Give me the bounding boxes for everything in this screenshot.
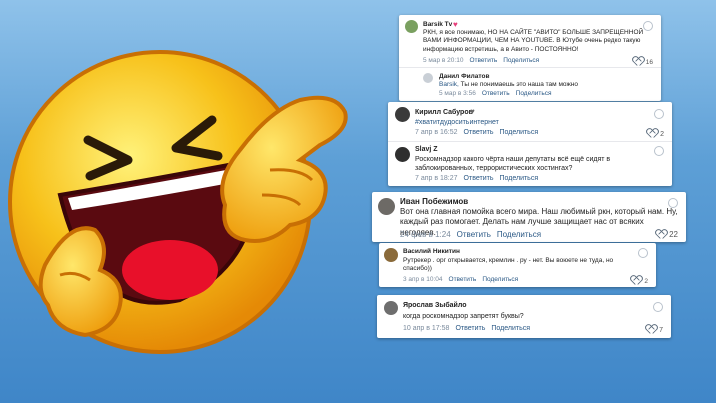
heart-icon — [647, 129, 656, 137]
like-button[interactable]: 22 — [656, 230, 678, 239]
reply-link[interactable]: Ответить — [464, 129, 494, 136]
reply-link[interactable]: Ответить — [482, 90, 510, 97]
like-count: 16 — [645, 59, 653, 66]
heart-icon — [656, 230, 665, 238]
laughing-emoji-illustration — [8, 50, 348, 354]
share-link[interactable]: Поделиться — [497, 230, 541, 239]
like-count: 22 — [669, 230, 678, 239]
avatar[interactable] — [384, 301, 398, 315]
comment-meta: 7 апр в 18:27 Ответить Поделиться — [415, 175, 544, 182]
comment-text: Роскомнадзор какого чёрта наши депутаты … — [415, 156, 611, 173]
reply-link[interactable]: Ответить — [469, 57, 497, 64]
comment-card-vasily: Василий Никитин Рутрекер . орг открывает… — [379, 243, 656, 287]
avatar[interactable] — [395, 147, 410, 162]
comment-author[interactable]: Barsik Tv — [423, 21, 452, 28]
like-button[interactable]: 2 — [631, 276, 648, 285]
like-button[interactable]: 2 — [647, 129, 664, 138]
heart-badge-icon: ♥ — [453, 20, 458, 29]
reply-link[interactable]: Ответить — [457, 230, 491, 239]
comment-card-barsik: Barsik Tv ♥ РКН, я все понимаю, НО НА СА… — [399, 15, 661, 101]
heart-icon — [646, 325, 655, 333]
comment-date: 10 апр в 17:58 — [403, 325, 450, 332]
like-count: 2 — [660, 131, 664, 138]
reply-link[interactable]: Ответить — [455, 325, 485, 332]
comment-date: 7 апр в 18:27 — [415, 175, 458, 182]
like-button[interactable]: 16 — [633, 57, 653, 66]
comment-date: 24 фев в 1:24 — [400, 230, 451, 239]
comment-author[interactable]: Василий Никитин — [403, 248, 460, 255]
reply-body: Ты не понимаешь это наша там можно — [458, 81, 579, 88]
comment-meta: 7 апр в 16:52 Ответить Поделиться — [415, 129, 544, 136]
comment-meta: 10 апр в 17:58 Ответить Поделиться — [403, 325, 536, 332]
share-link[interactable]: Поделиться — [499, 175, 538, 182]
more-options-icon[interactable] — [654, 146, 664, 156]
more-options-icon[interactable] — [638, 248, 648, 258]
share-link[interactable]: Поделиться — [516, 90, 552, 97]
comment-author[interactable]: Ярослав Зыбайло — [403, 302, 467, 309]
more-options-icon[interactable] — [654, 109, 664, 119]
comment-card-kirill: Кирилл Сабуров ♥ #хватитдудоситьинтернет… — [388, 102, 672, 186]
comment-text: когда роскомнадзор запретят буквы? — [403, 313, 524, 320]
share-link[interactable]: Поделиться — [491, 325, 530, 332]
comment-meta: 3 апр в 10:04 Ответить Поделиться — [403, 276, 524, 283]
heart-icon — [633, 57, 642, 65]
avatar[interactable] — [384, 248, 398, 262]
avatar[interactable] — [378, 198, 395, 215]
share-link[interactable]: Поделиться — [503, 57, 539, 64]
comment-date: 5 мар в 3:56 — [439, 90, 476, 97]
more-options-icon[interactable] — [653, 302, 663, 312]
avatar[interactable] — [423, 73, 433, 83]
like-button[interactable]: 7 — [646, 325, 663, 334]
heart-badge-icon: ♥ — [470, 107, 475, 116]
comment-date: 7 апр в 16:52 — [415, 129, 458, 136]
reply-text: Barsik, Ты не понимаешь это наша там мож… — [439, 81, 578, 89]
comment-author[interactable]: Кирилл Сабуров — [415, 109, 473, 116]
divider — [388, 141, 672, 142]
share-link[interactable]: Поделиться — [482, 276, 518, 283]
hashtag[interactable]: #хватитдудоситьинтернет — [415, 118, 499, 127]
comment-meta: 5 мар в 20:10 Ответить Поделиться — [423, 57, 545, 64]
reply-mention[interactable]: Barsik, — [439, 81, 459, 88]
avatar[interactable] — [405, 20, 418, 33]
reply-link[interactable]: Ответить — [464, 175, 494, 182]
reply-author[interactable]: Данил Филатов — [439, 73, 489, 80]
comment-text: Рутрекер . орг открывается, кремлин . ру… — [403, 257, 614, 273]
comment-meta: 24 фев в 1:24 Ответить Поделиться — [400, 230, 547, 239]
comment-card-ivan: Иван Побежимов Вот она главная помойка в… — [372, 192, 686, 242]
like-count: 2 — [644, 278, 648, 285]
comment-author[interactable]: Slavj Z — [415, 146, 438, 153]
heart-icon — [631, 276, 640, 284]
comment-date: 5 мар в 20:10 — [423, 57, 464, 64]
avatar[interactable] — [395, 107, 410, 122]
reply-link[interactable]: Ответить — [449, 276, 477, 283]
comment-text: РКН, я все понимаю, НО НА САЙТЕ "АВИТО" … — [423, 29, 644, 53]
comment-card-yaroslav: Ярослав Зыбайло когда роскомнадзор запре… — [377, 295, 671, 338]
comment-author[interactable]: Иван Побежимов — [400, 197, 468, 206]
like-count: 7 — [659, 327, 663, 334]
reply-meta: 5 мар в 3:56 Ответить Поделиться — [439, 90, 558, 97]
comment-date: 3 апр в 10:04 — [403, 276, 443, 283]
divider — [399, 67, 661, 68]
share-link[interactable]: Поделиться — [499, 129, 538, 136]
